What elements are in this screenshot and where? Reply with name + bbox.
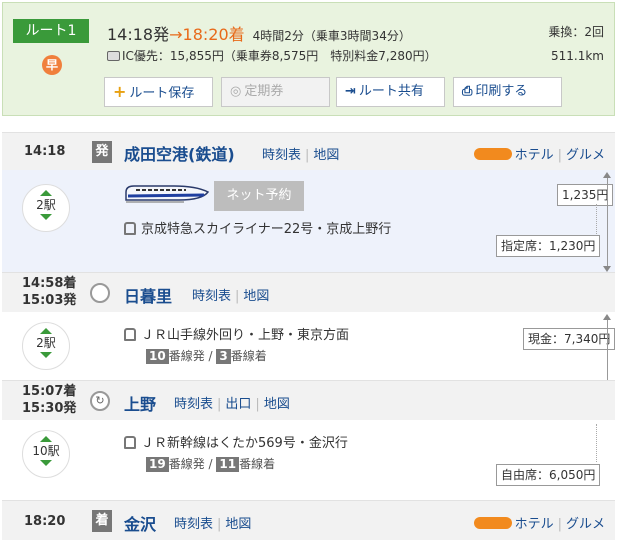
map-link[interactable]: 地図 (313, 148, 339, 163)
map-link[interactable]: 地図 (225, 517, 251, 532)
gourmet-link[interactable]: グルメ (566, 148, 605, 163)
duration: 4時間2分（乗車3時間34分） (252, 29, 411, 43)
transfer-count: 乗換：2回 (548, 25, 604, 39)
timetable-link[interactable]: 時刻表 (174, 517, 213, 532)
fare-dotted-line (596, 424, 597, 462)
platform-to: 3 (216, 349, 231, 364)
station-right-links: ホテル | グルメ (473, 144, 605, 163)
fare-ticket: 1,235円 (557, 184, 614, 206)
departure-time: 15:03発 (22, 293, 77, 308)
route-times: 14:18発→18:20着 4時間2分（乗車3時間34分） (107, 21, 411, 45)
departure-time: 15:30発 (22, 401, 77, 416)
printer-icon: ⎙ (462, 84, 473, 99)
caret-down-icon (40, 214, 52, 220)
station-links: 時刻表 | 地図 (262, 148, 340, 163)
arrow-right: → (169, 25, 183, 44)
platform-to: 11 (216, 457, 240, 472)
ic-card-icon (107, 51, 120, 61)
share-icon: ⇥ (345, 84, 356, 99)
train-name[interactable]: ＪＲ山手線外回り・上野・東京方面 (124, 324, 349, 343)
departure-label: 発 (92, 141, 112, 163)
exit-link[interactable]: 出口 (225, 397, 251, 412)
non-reserved-seat-fare: 自由席：6,050円 (496, 464, 601, 486)
ic-fare: IC優先：15,855円（乗車券8,575円 特別料金7,280円） (107, 47, 437, 64)
station-row-kanazawa: 18:20 着 金沢 時刻表 | 地図 ホテル | グルメ (2, 500, 615, 540)
train-icon (124, 222, 136, 235)
share-route-button[interactable]: ⇥ ルート共有 (336, 77, 445, 107)
timetable-link[interactable]: 時刻表 (192, 289, 231, 304)
station-time: 18:20 (24, 514, 66, 529)
platform-info: 19 番線発 / 11 番線着 (146, 455, 275, 472)
route-summary-header: ルート1 早 14:18発→18:20着 4時間2分（乗車3時間34分） IC優先… (2, 2, 615, 116)
station-name[interactable]: 上野 (124, 391, 156, 415)
station-time: 14:18 (24, 144, 66, 159)
timetable-link[interactable]: 時刻表 (174, 397, 213, 412)
train-icon (124, 436, 136, 449)
map-link[interactable]: 地図 (243, 289, 269, 304)
transfer-node-icon: ↻ (90, 391, 110, 411)
cash-fare: 現金：7,340円 (523, 328, 616, 350)
distance: 511.1km (551, 49, 604, 63)
station-row-narita: 14:18 発 成田空港(鉄道) 時刻表 | 地図 ホテル | グルメ (2, 132, 615, 170)
platform-from: 19 (146, 457, 169, 472)
platform-from: 10 (146, 349, 169, 364)
route-label: ルート1 (13, 19, 89, 43)
hotel-link[interactable]: ホテル (515, 517, 554, 532)
caret-down-icon (40, 352, 52, 358)
stop-count-toggle[interactable]: 2駅 (22, 322, 70, 370)
hotel-link[interactable]: ホテル (515, 148, 554, 163)
station-name[interactable]: 成田空港(鉄道) (124, 141, 235, 165)
arrival-label: 着 (92, 510, 112, 532)
hotel-logo-icon (473, 517, 512, 529)
ic-fare-text: IC優先：15,855円（乗車券8,575円 特別料金7,280円） (122, 49, 437, 63)
station-links: 時刻表 | 地図 (174, 517, 252, 532)
stop-count-toggle[interactable]: 2駅 (22, 184, 70, 232)
platform-info: 10 番線発 / 3 番線着 (146, 347, 267, 364)
plus-icon: + (113, 82, 127, 101)
station-name[interactable]: 日暮里 (124, 283, 172, 307)
station-node (90, 283, 110, 303)
train-name[interactable]: ＪＲ新幹線はくたか569号・金沢行 (124, 432, 348, 451)
train-name[interactable]: 京成特急スカイライナー22号・京成上野行 (124, 218, 391, 237)
fastest-icon: 早 (42, 55, 62, 75)
map-link[interactable]: 地図 (264, 397, 290, 412)
commuter-pass-button[interactable]: ◎ 定期券 (221, 77, 330, 107)
commuter-pass-icon: ◎ (230, 84, 242, 99)
arrival-time: 15:07着 (22, 384, 77, 399)
gourmet-link[interactable]: グルメ (566, 517, 605, 532)
reserved-seat-fare: 指定席：1,230円 (496, 235, 601, 257)
station-right-links: ホテル | グルメ (473, 513, 605, 532)
departure-time: 14:18発 (107, 25, 170, 44)
stop-count-toggle[interactable]: 10駅 (22, 430, 70, 478)
station-name[interactable]: 金沢 (124, 511, 156, 535)
fare-dotted-line (596, 204, 597, 234)
arrival-time: 18:20着 (182, 25, 245, 44)
caret-down-icon (40, 460, 52, 466)
online-reservation-button[interactable]: ネット予約 (214, 181, 304, 211)
arrival-time: 14:58着 (22, 276, 77, 291)
hotel-logo-icon (473, 148, 512, 160)
train-icon (124, 328, 136, 341)
station-links: 時刻表 | 地図 (192, 289, 270, 304)
print-button[interactable]: ⎙ 印刷する (453, 77, 562, 107)
save-route-button[interactable]: + ルート保存 (104, 77, 213, 107)
train-image (125, 185, 210, 203)
fare-range-line (607, 178, 608, 266)
timetable-link[interactable]: 時刻表 (262, 148, 301, 163)
station-links: 時刻表 | 出口 | 地図 (174, 397, 290, 412)
